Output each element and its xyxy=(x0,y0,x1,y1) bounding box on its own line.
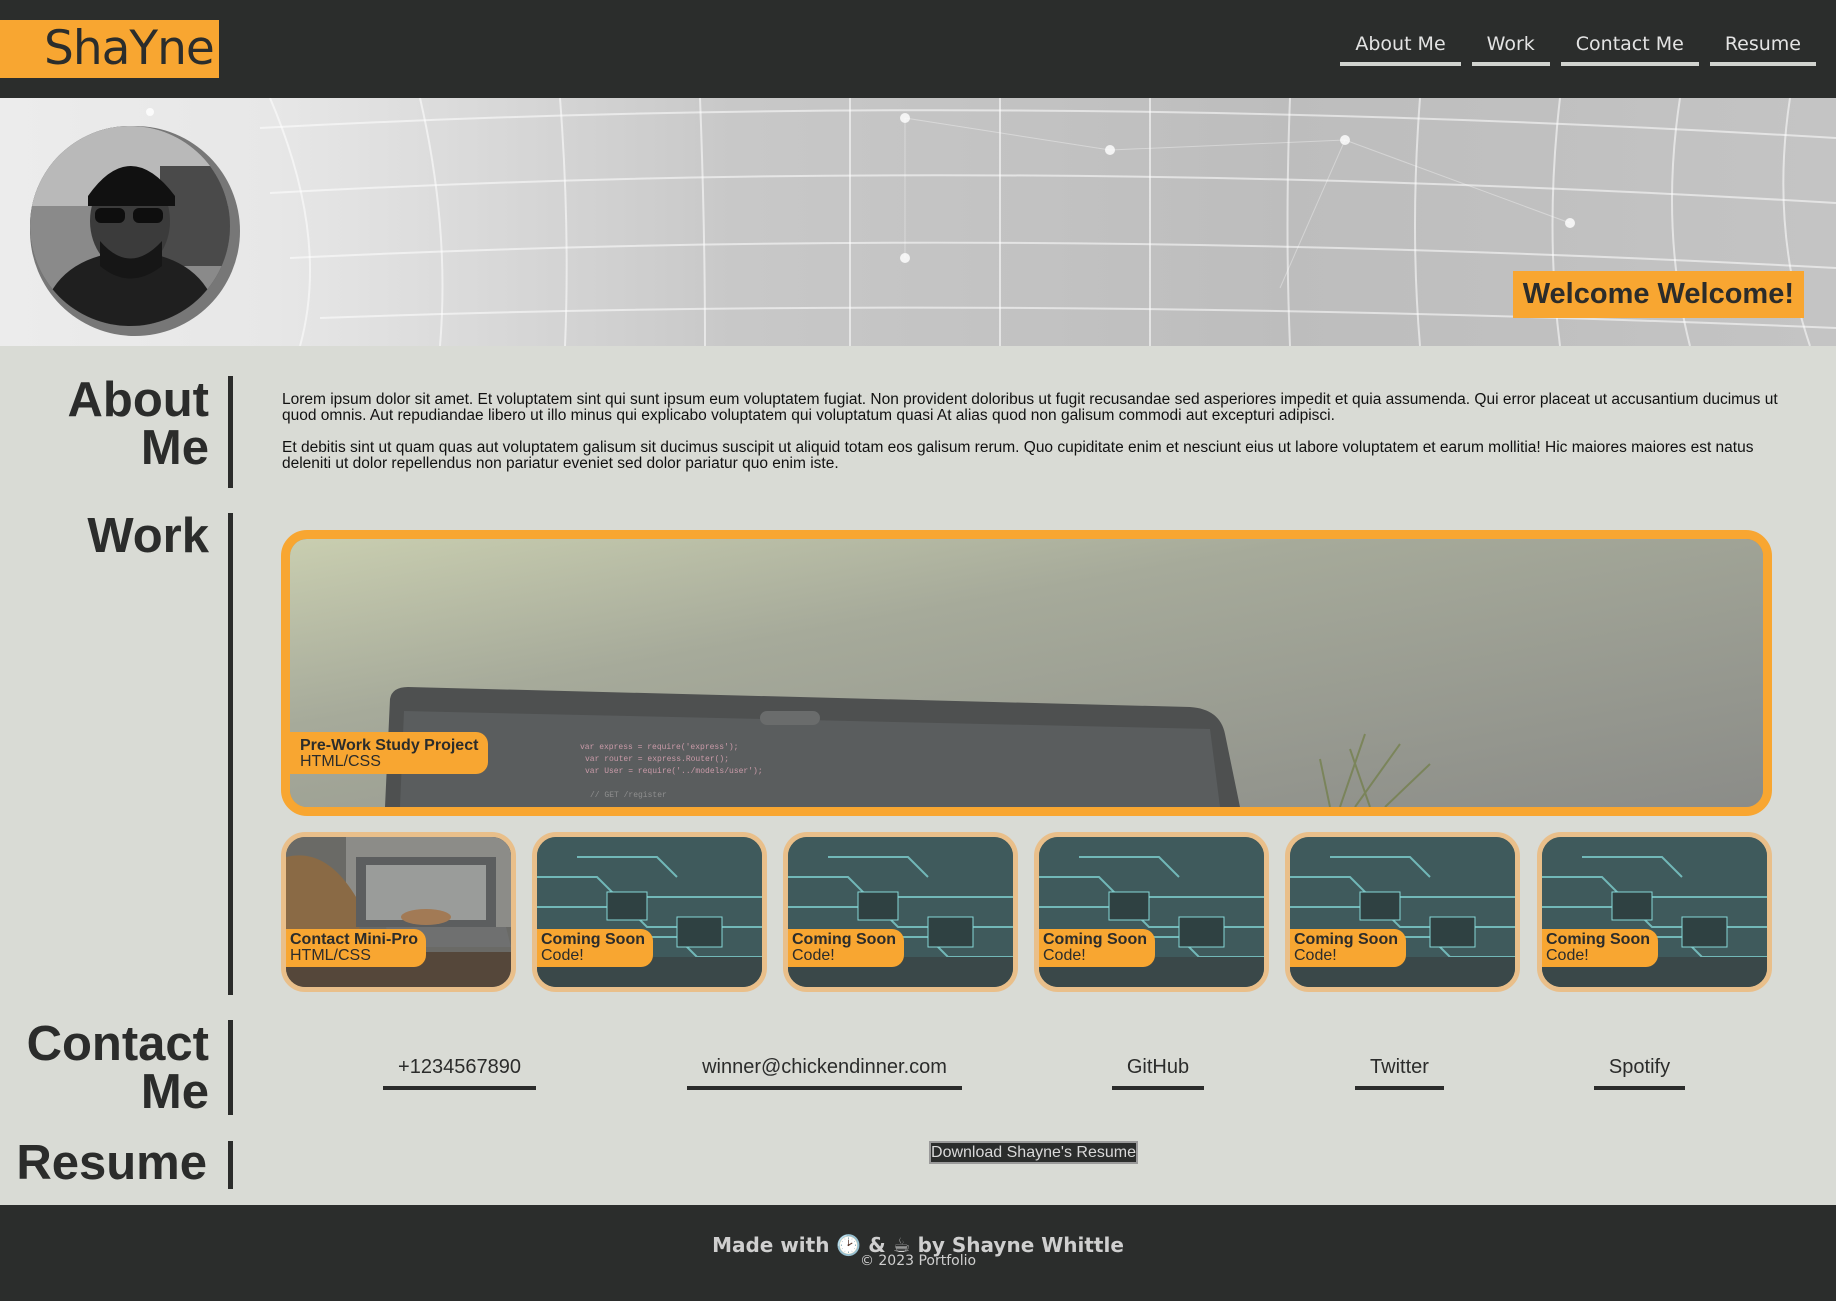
featured-project-label: Pre-Work Study Project HTML/CSS xyxy=(290,732,489,774)
svg-text:var express = require('express: var express = require('express'); xyxy=(580,743,738,752)
site-header: ShaYne About Me Work Contact Me Resume xyxy=(0,0,1836,98)
contact-phone-link[interactable]: +1234567890 xyxy=(383,1055,536,1090)
download-resume-button[interactable]: Download Shayne's Resume xyxy=(929,1141,1138,1164)
svg-text:var router = express.Router();: var router = express.Router(); xyxy=(585,755,729,764)
avatar-shadow xyxy=(30,126,240,336)
project-subtitle: Code! xyxy=(1043,947,1086,964)
contact-divider xyxy=(228,1020,233,1115)
project-card[interactable]: Coming Soon Code! xyxy=(1285,832,1520,992)
contact-heading: Contact Me xyxy=(26,1017,209,1119)
about-heading-line2: Me xyxy=(140,421,209,475)
avatar xyxy=(30,126,230,326)
nav-work[interactable]: Work xyxy=(1471,30,1550,66)
project-label: Coming Soon Code! xyxy=(537,929,653,967)
resume-heading: Resume xyxy=(16,1136,207,1190)
about-divider xyxy=(228,376,233,488)
project-title: Coming Soon xyxy=(1294,931,1398,948)
project-title: Coming Soon xyxy=(792,931,896,948)
featured-project-subtitle: HTML/CSS xyxy=(300,753,381,770)
site-footer: Made with 🕑 & ☕ by Shayne Whittle © 2023… xyxy=(0,1205,1836,1301)
work-divider xyxy=(228,513,233,995)
contact-heading-line2: Me xyxy=(140,1065,209,1119)
project-title: Coming Soon xyxy=(1546,931,1650,948)
welcome-banner: Welcome Welcome! xyxy=(1512,271,1804,318)
footer-copyright: © 2023 Portfolio xyxy=(859,1253,977,1269)
project-label: Contact Mini-Pro HTML/CSS xyxy=(286,929,426,967)
project-label: Coming Soon Code! xyxy=(1542,929,1658,967)
about-heading-line1: About xyxy=(67,373,210,427)
svg-text:var User = require('../models/: var User = require('../models/user'); xyxy=(585,767,763,776)
project-card[interactable]: Coming Soon Code! xyxy=(1537,832,1772,992)
about-paragraph: Lorem ipsum dolor sit amet. Et voluptate… xyxy=(282,391,1778,424)
nav-resume[interactable]: Resume xyxy=(1709,30,1816,66)
project-thumbnails: Contact Mini-Pro HTML/CSS Coming Soon Co… xyxy=(281,832,1772,992)
work-heading: Work xyxy=(87,509,209,563)
project-subtitle: Code! xyxy=(1546,947,1589,964)
nav-contact-me[interactable]: Contact Me xyxy=(1560,30,1699,66)
resume-divider xyxy=(228,1141,233,1189)
logo-text: ShaYne xyxy=(44,21,215,76)
nav-about-me[interactable]: About Me xyxy=(1340,30,1461,66)
contact-github-link[interactable]: GitHub xyxy=(1112,1055,1204,1090)
about-paragraph: Et debitis sint ut quam quas aut volupta… xyxy=(282,439,1754,472)
project-label: Coming Soon Code! xyxy=(1290,929,1406,967)
svg-text:// GET /register: // GET /register xyxy=(590,791,667,800)
featured-project-title: Pre-Work Study Project xyxy=(300,737,479,754)
project-card[interactable]: Contact Mini-Pro HTML/CSS xyxy=(281,832,516,992)
project-title: Contact Mini-Pro xyxy=(290,931,418,948)
project-subtitle: HTML/CSS xyxy=(290,947,371,964)
contact-heading-line1: Contact xyxy=(26,1017,209,1071)
featured-project-card[interactable]: var express = require('express'); var ro… xyxy=(281,530,1772,816)
site-logo[interactable]: ShaYne xyxy=(0,20,219,78)
contact-twitter-link[interactable]: Twitter xyxy=(1355,1055,1444,1090)
project-card[interactable]: Coming Soon Code! xyxy=(1034,832,1269,992)
project-title: Coming Soon xyxy=(541,931,645,948)
hero-banner: Welcome Welcome! xyxy=(0,98,1836,346)
project-subtitle: Code! xyxy=(1294,947,1337,964)
project-card[interactable]: Coming Soon Code! xyxy=(532,832,767,992)
project-title: Coming Soon xyxy=(1043,931,1147,948)
project-label: Coming Soon Code! xyxy=(1039,929,1155,967)
project-label: Coming Soon Code! xyxy=(788,929,904,967)
project-subtitle: Code! xyxy=(541,947,584,964)
contact-email-link[interactable]: winner@chickendinner.com xyxy=(687,1055,962,1090)
laptop-code-image: var express = require('express'); var ro… xyxy=(290,539,1763,807)
project-subtitle: Code! xyxy=(792,947,835,964)
profile-photo xyxy=(30,126,230,326)
about-text: Lorem ipsum dolor sit amet. Et voluptate… xyxy=(282,392,1782,488)
project-card[interactable]: Coming Soon Code! xyxy=(783,832,1018,992)
about-heading: About Me xyxy=(67,373,210,475)
contact-spotify-link[interactable]: Spotify xyxy=(1594,1055,1685,1090)
main-nav: About Me Work Contact Me Resume xyxy=(1340,30,1816,66)
